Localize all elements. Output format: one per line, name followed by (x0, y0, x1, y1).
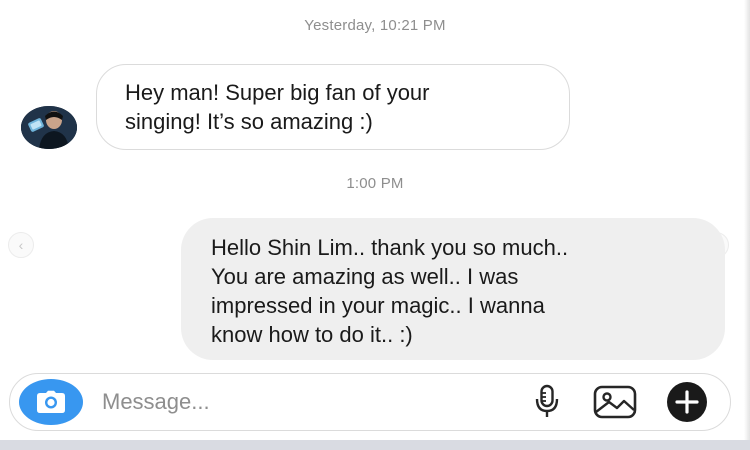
timestamp-today: 1:00 PM (346, 175, 404, 192)
avatar[interactable] (21, 106, 77, 149)
microphone-icon (535, 384, 559, 417)
chevron-left-icon[interactable]: ‹ (8, 232, 34, 258)
avatar-photo (21, 106, 77, 149)
gallery-button[interactable] (590, 380, 640, 424)
screen-edge (744, 0, 750, 450)
incoming-message-bubble[interactable]: Hey man! Super big fan of your singing! … (96, 64, 570, 150)
camera-icon (37, 390, 65, 413)
message-text-line: impressed in your magic.. I wanna (211, 293, 545, 318)
camera-button[interactable] (19, 379, 83, 425)
microphone-button[interactable] (527, 380, 567, 424)
outgoing-message-bubble[interactable]: Hello Shin Lim.. thank you so much.. You… (181, 218, 725, 360)
message-text-line: You are amazing as well.. I was (211, 264, 519, 289)
message-input[interactable] (102, 387, 502, 417)
bottom-bar (0, 440, 750, 450)
plus-icon (667, 382, 707, 422)
message-text-line: know how to do it.. :) (211, 322, 413, 347)
message-text-line: singing! It’s so amazing :) (125, 109, 373, 134)
message-text-line: Hello Shin Lim.. thank you so much.. (211, 235, 569, 260)
chat-screen: Yesterday, 10:21 PM Hey man! Super big f… (0, 0, 750, 450)
timestamp-yesterday: Yesterday, 10:21 PM (304, 17, 446, 34)
add-button[interactable] (662, 380, 712, 424)
gallery-icon (593, 385, 637, 419)
message-composer (9, 373, 731, 431)
message-text-line: Hey man! Super big fan of your (125, 80, 430, 105)
